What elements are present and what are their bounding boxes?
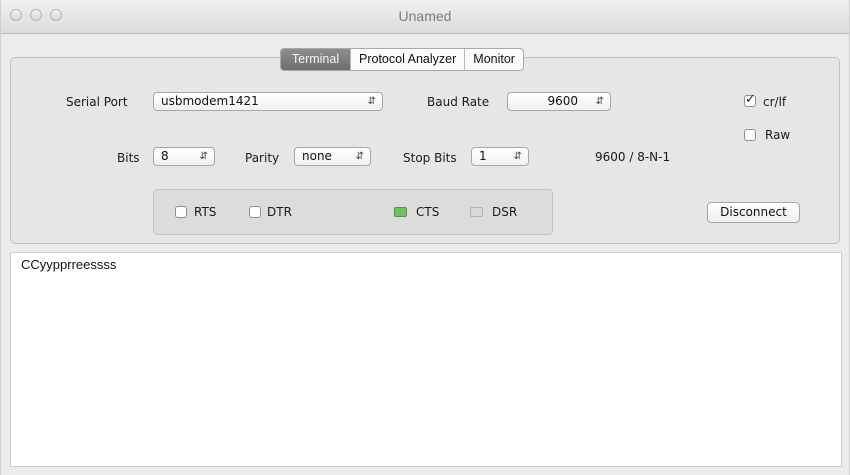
parity-value: none [302,149,332,163]
cts-indicator [394,207,407,217]
app-window: Unamed Terminal Protocol Analyzer Monito… [0,0,850,475]
rts-label: RTS [194,205,217,219]
cts-label: CTS [416,205,440,219]
dtr-checkbox[interactable] [249,206,261,218]
bits-label: Bits [117,151,140,165]
disconnect-button[interactable]: Disconnect [707,202,800,223]
bits-value: 8 [161,149,169,163]
dsr-indicator [470,207,483,217]
serial-port-label: Serial Port [66,95,128,109]
title-bar: Unamed [1,0,849,34]
crlf-label: cr/lf [763,95,787,109]
stop-bits-label: Stop Bits [403,151,457,165]
tab-protocol-analyzer[interactable]: Protocol Analyzer [350,49,464,70]
dsr-label: DSR [492,205,518,219]
tab-terminal[interactable]: Terminal [281,49,350,70]
dtr-label: DTR [267,205,292,219]
raw-checkbox[interactable] [744,129,756,141]
parity-label: Parity [245,151,280,165]
parity-select[interactable]: none ⇵ [294,147,371,166]
up-down-arrows-icon: ⇵ [513,151,522,162]
baud-rate-label: Baud Rate [427,95,490,109]
bits-select[interactable]: 8 ⇵ [153,147,215,166]
up-down-arrows-icon: ⇵ [595,96,604,107]
signal-lines-group: RTS DTR CTS DSR [153,189,553,235]
baud-rate-value: 9600 [547,94,578,108]
crlf-checkbox[interactable] [744,92,756,107]
terminal-text: CCyypprreessss [21,257,117,272]
window-title: Unamed [398,8,452,24]
rts-checkbox[interactable] [175,206,187,218]
up-down-arrows-icon: ⇵ [367,96,376,107]
stop-bits-value: 1 [479,149,487,163]
serial-port-select[interactable]: usbmodem1421 ⇵ [153,92,383,111]
tab-bar: Terminal Protocol Analyzer Monitor [280,48,524,71]
up-down-arrows-icon: ⇵ [355,151,364,162]
baud-rate-select[interactable]: 9600 ⇵ [507,92,611,111]
stop-bits-select[interactable]: 1 ⇵ [471,147,529,166]
serial-port-value: usbmodem1421 [161,94,259,108]
raw-label: Raw [765,128,791,142]
line-settings-summary: 9600 / 8-N-1 [595,150,671,164]
up-down-arrows-icon: ⇵ [199,151,208,162]
tab-monitor[interactable]: Monitor [464,49,523,70]
terminal-output[interactable]: CCyypprreessss [10,252,842,467]
